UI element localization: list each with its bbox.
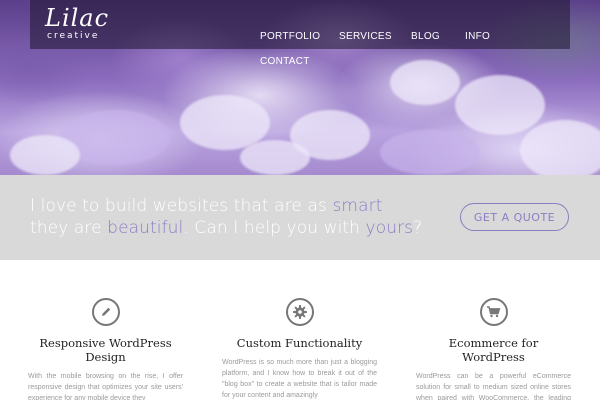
tagline-text: I love to build websites that are as sma… <box>30 195 450 239</box>
feature-description: WordPress is so much more than just a bl… <box>222 359 377 399</box>
feature-custom-functionality: Custom Functionality WordPress is so muc… <box>222 298 377 400</box>
feature-description: WordPress can be a powerful eCommerce so… <box>416 373 571 400</box>
nav-contact[interactable]: CONTACT <box>260 56 310 67</box>
gear-icon <box>285 298 314 326</box>
tagline-part: they are <box>30 218 108 238</box>
tagline-part: ? <box>413 218 423 238</box>
feature-title: Custom Functionality <box>236 336 363 350</box>
nav-portfolio[interactable]: PORTFOLIO <box>260 31 320 42</box>
feature-responsive: Responsive WordPress Design With the mob… <box>28 298 183 400</box>
tagline-highlight-smart: smart <box>332 196 383 216</box>
feature-title: Ecommerce for WordPress <box>448 336 539 364</box>
nav-info[interactable]: INFO <box>465 31 490 42</box>
tagline-highlight-yours: yours <box>365 218 414 238</box>
logo-wordmark: Lilac <box>45 4 110 32</box>
hero-banner: Lilac creative PORTFOLIO SERVICES BLOG I… <box>0 0 600 175</box>
hero-petal <box>390 60 460 105</box>
get-a-quote-button[interactable]: GET A QUOTE <box>460 203 569 231</box>
pencil-icon <box>91 298 120 326</box>
hero-petal <box>240 140 310 175</box>
tagline-highlight-beautiful: beautiful <box>107 218 184 238</box>
tagline-band: I love to build websites that are as sma… <box>0 175 600 260</box>
nav-services[interactable]: SERVICES <box>339 31 392 42</box>
hero-petal <box>380 130 480 175</box>
logo[interactable]: Lilac creative <box>45 5 109 41</box>
feature-description: With the mobile browsing on the rise, I … <box>28 373 183 400</box>
feature-title: Responsive WordPress Design <box>39 336 172 364</box>
feature-ecommerce: Ecommerce for WordPress WordPress can be… <box>416 298 571 400</box>
tagline-part: I love to build websites that are as <box>30 196 333 216</box>
logo-subtitle: creative <box>47 31 100 41</box>
hero-petal <box>10 135 80 175</box>
cart-icon <box>479 298 508 326</box>
hero-petal <box>520 120 600 175</box>
nav-blog[interactable]: BLOG <box>411 31 440 42</box>
hero-petal <box>455 75 545 135</box>
tagline-part: . Can I help you with <box>183 218 366 238</box>
